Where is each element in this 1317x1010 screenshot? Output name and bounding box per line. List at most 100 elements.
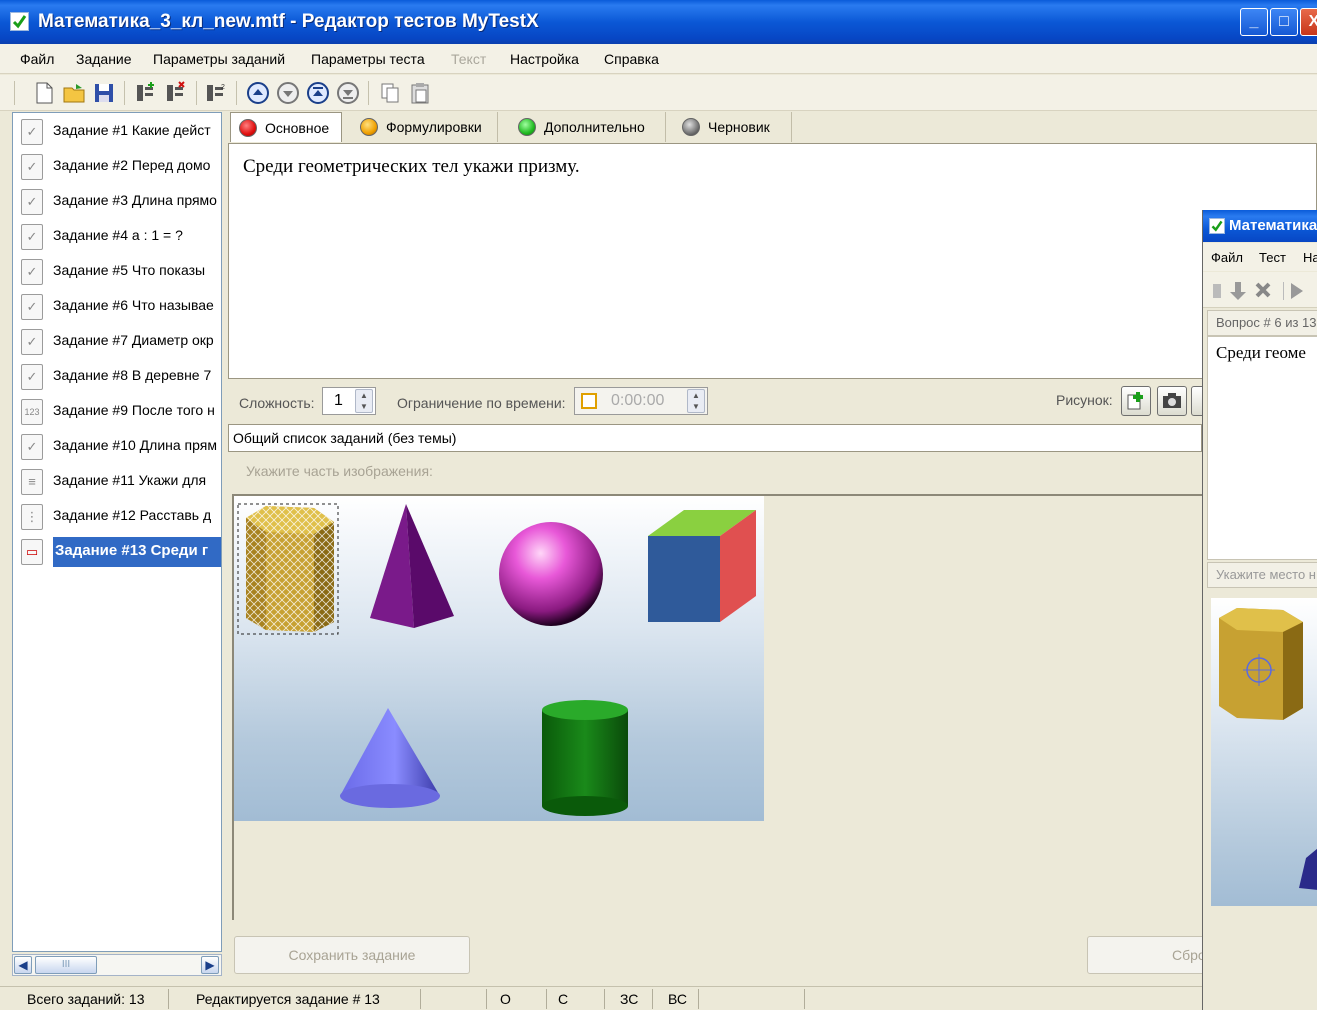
move-bottom-icon[interactable] <box>336 81 360 105</box>
menu-help[interactable]: Справка <box>604 51 659 67</box>
cone-shape[interactable] <box>340 708 440 808</box>
add-task-icon[interactable] <box>134 81 158 105</box>
scroll-right-icon[interactable]: ▶ <box>201 956 219 974</box>
status-separator <box>486 989 487 1009</box>
reset-button[interactable]: Сбро <box>1087 936 1207 974</box>
status-c: С <box>558 991 569 1007</box>
cube-shape[interactable] <box>648 510 756 622</box>
task-label: Задание #5 Что показы <box>53 262 206 278</box>
task-item[interactable]: ✓ Задание #8 В деревне 7 <box>13 360 221 392</box>
task-label: Задание #12 Расставь д <box>53 507 212 523</box>
tab-formulations[interactable]: Формулировки <box>352 112 498 142</box>
pyramid-shape[interactable] <box>370 504 454 628</box>
toolbar-separator <box>196 81 197 105</box>
tab-additional[interactable]: Дополнительно <box>510 112 666 142</box>
move-down-icon[interactable] <box>276 81 300 105</box>
task-item[interactable]: ✓ Задание #4 а : 1 = ? <box>13 220 221 252</box>
delete-task-icon[interactable] <box>164 81 188 105</box>
task-item[interactable]: ≡ Задание #11 Укажи для <box>13 465 221 497</box>
open-folder-icon[interactable] <box>62 81 86 105</box>
minimize-button[interactable]: _ <box>1240 8 1268 36</box>
sphere-shape[interactable] <box>499 522 603 626</box>
spin-arrows-icon[interactable]: ▲ ▼ <box>687 389 705 413</box>
close-button[interactable]: X <box>1300 8 1317 36</box>
menu-task[interactable]: Задание <box>76 51 132 67</box>
task-item[interactable]: ✓ Задание #6 Что называе <box>13 290 221 322</box>
title-bar[interactable]: Математика_3_кл_new.mtf - Редактор тесто… <box>0 0 1317 44</box>
task-list-icon[interactable]: 2 <box>204 81 228 105</box>
time-limit-checkbox[interactable] <box>581 393 597 409</box>
tab-main[interactable]: Основное <box>230 112 342 142</box>
geometric-shapes-image[interactable] <box>234 496 764 821</box>
spin-arrows-icon[interactable]: ▲ ▼ <box>355 389 373 413</box>
camera-button[interactable] <box>1157 386 1187 416</box>
menu-bar: Файл Задание Параметры заданий Параметры… <box>0 44 1317 74</box>
cone-shape-partial <box>1299 848 1317 890</box>
task-item[interactable]: ✓ Задание #10 Длина прям <box>13 430 221 462</box>
cancel-icon[interactable] <box>1255 282 1271 298</box>
task-item[interactable]: ✓ Задание #3 Длина прямо <box>13 185 221 217</box>
preview-menu-more[interactable]: На <box>1303 250 1317 265</box>
preview-question-area: Среди геоме <box>1207 336 1317 560</box>
task-item[interactable]: ✓ Задание #7 Диаметр окр <box>13 325 221 357</box>
cylinder-shape[interactable] <box>542 700 628 816</box>
task-label: Задание #11 Укажи для <box>53 472 207 488</box>
scroll-thumb[interactable]: III <box>35 956 97 974</box>
tab-draft[interactable]: Черновик <box>674 112 792 142</box>
menu-settings[interactable]: Настройка <box>510 51 579 67</box>
menu-test-params[interactable]: Параметры теста <box>311 51 425 67</box>
move-top-icon[interactable] <box>306 81 330 105</box>
task-item[interactable]: ✓ Задание #1 Какие дейст <box>13 115 221 147</box>
save-task-button[interactable]: Сохранить задание <box>234 936 470 974</box>
test-preview-window[interactable]: Математика Файл Тест На Вопрос # 6 из 13… <box>1202 210 1317 1010</box>
time-limit-spinner[interactable]: 0:00:00 ▲ ▼ <box>574 387 708 415</box>
maximize-button[interactable]: □ <box>1270 8 1298 36</box>
status-separator <box>804 989 805 1009</box>
arrow-down-icon[interactable] <box>1230 282 1246 300</box>
scroll-left-icon[interactable]: ◀ <box>14 956 32 974</box>
time-value: 0:00:00 <box>611 392 665 409</box>
preview-hint-bar: Укажите место н <box>1207 562 1317 588</box>
play-icon[interactable] <box>1291 283 1303 299</box>
task-label: Задание #9 После того н <box>53 402 215 418</box>
task-item-selected[interactable]: ▭ Задание #13 Среди г <box>13 535 221 567</box>
time-limit-label: Ограничение по времени: <box>397 395 566 411</box>
status-separator <box>168 989 169 1009</box>
new-file-icon[interactable] <box>32 81 56 105</box>
add-picture-button[interactable] <box>1121 386 1151 416</box>
menu-text[interactable]: Текст <box>451 51 486 67</box>
difficulty-spinner[interactable]: 1 ▲ ▼ <box>322 387 376 415</box>
horizontal-scrollbar[interactable]: ◀ III ▶ <box>12 954 222 976</box>
save-icon[interactable] <box>92 81 116 105</box>
task-label: Задание #4 а : 1 = ? <box>53 227 183 243</box>
task-list[interactable]: ✓ Задание #1 Какие дейст ✓ Задание #2 Пере… <box>12 112 222 952</box>
task-item[interactable]: ✓ Задание #5 Что показы <box>13 255 221 287</box>
task-item[interactable]: ⋮ Задание #12 Расставь д <box>13 500 221 532</box>
app-icon <box>1209 218 1225 234</box>
copy-icon[interactable] <box>378 81 402 105</box>
question-editor[interactable]: Среди геометрических тел укажи призму. <box>228 143 1317 379</box>
check-icon: ✓ <box>21 329 43 355</box>
paste-icon[interactable] <box>408 81 432 105</box>
gray-dot-icon <box>682 118 700 136</box>
menu-file[interactable]: Файл <box>20 51 54 67</box>
preview-menu-file[interactable]: Файл <box>1211 250 1243 265</box>
hexagonal-prism-shape[interactable] <box>1219 608 1303 720</box>
hexagonal-prism-shape[interactable] <box>237 503 339 635</box>
task-item[interactable]: 123 Задание #9 После того н <box>13 395 221 427</box>
preview-title-bar[interactable]: Математика <box>1203 210 1317 242</box>
status-separator <box>698 989 699 1009</box>
check-icon: ✓ <box>21 119 43 145</box>
hand-icon[interactable] <box>1213 284 1221 298</box>
topic-dropdown[interactable]: Общий список заданий (без темы) <box>228 424 1202 452</box>
preview-menu-test[interactable]: Тест <box>1259 250 1286 265</box>
task-item[interactable]: ✓ Задание #2 Перед домо <box>13 150 221 182</box>
status-separator <box>604 989 605 1009</box>
preview-image[interactable] <box>1211 598 1317 906</box>
task-label: Задание #7 Диаметр окр <box>53 332 214 348</box>
menu-task-params[interactable]: Параметры заданий <box>153 51 285 67</box>
orange-dot-icon <box>360 118 378 136</box>
camera-icon <box>1163 393 1181 408</box>
question-text: Среди геометрических тел укажи призму. <box>243 156 580 177</box>
move-up-icon[interactable] <box>246 81 270 105</box>
